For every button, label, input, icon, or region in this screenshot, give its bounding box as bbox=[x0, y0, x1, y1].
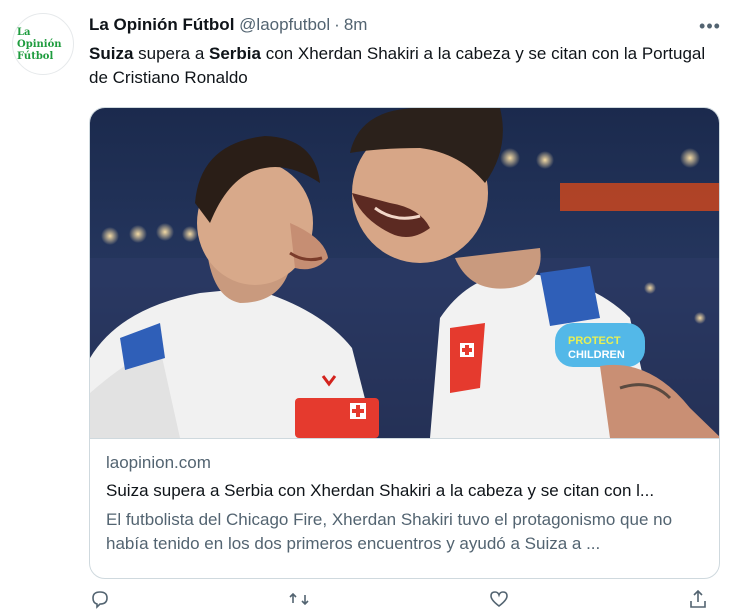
tweet-actions bbox=[89, 588, 709, 612]
svg-text:Opinión: Opinión bbox=[17, 39, 62, 50]
link-card[interactable]: PROTECT CHILDREN laopinion.com Suiza sup… bbox=[89, 107, 720, 579]
like-button[interactable] bbox=[488, 588, 510, 610]
reply-button[interactable] bbox=[89, 588, 111, 610]
like-icon bbox=[489, 591, 508, 608]
more-options-button[interactable]: ••• bbox=[698, 16, 722, 36]
svg-text:Fútbol: Fútbol bbox=[17, 51, 53, 62]
author-name[interactable]: La Opinión Fútbol bbox=[89, 15, 234, 34]
reply-icon bbox=[92, 591, 108, 609]
tweet-timestamp[interactable]: 8m bbox=[344, 15, 368, 34]
tweet[interactable]: La Opinión Fútbol La Opinión Fútbol @lao… bbox=[0, 0, 736, 609]
share-button[interactable] bbox=[687, 588, 709, 610]
card-image[interactable]: PROTECT CHILDREN bbox=[90, 108, 719, 438]
card-details[interactable]: laopinion.com Suiza supera a Serbia con … bbox=[90, 438, 719, 578]
share-icon bbox=[690, 589, 706, 608]
separator-dot: · bbox=[334, 15, 340, 34]
la-opinion-futbol-logo: La Opinión Fútbol bbox=[17, 27, 62, 62]
card-description: El futbolista del Chicago Fire, Xherdan … bbox=[106, 510, 673, 553]
retweet-icon bbox=[289, 592, 309, 606]
card-photo: PROTECT CHILDREN bbox=[90, 108, 719, 438]
author-handle[interactable]: @laopfutbol bbox=[239, 15, 330, 34]
tweet-text-part-2: supera a bbox=[133, 44, 210, 63]
svg-text:La: La bbox=[17, 27, 31, 38]
armband-text-1: PROTECT bbox=[568, 335, 621, 347]
more-icon: ••• bbox=[699, 15, 721, 36]
armband-text-2: CHILDREN bbox=[568, 349, 625, 361]
card-domain: laopinion.com bbox=[106, 453, 211, 472]
card-title: Suiza supera a Serbia con Xherdan Shakir… bbox=[106, 481, 655, 500]
avatar[interactable]: La Opinión Fútbol bbox=[12, 13, 74, 75]
tweet-header: La Opinión Fútbol @laopfutbol · 8m bbox=[89, 14, 696, 36]
tweet-text: Suiza supera a Serbia con Xherdan Shakir… bbox=[89, 42, 709, 90]
tweet-text-bold-2: Serbia bbox=[209, 44, 261, 63]
retweet-button[interactable] bbox=[288, 588, 310, 610]
tweet-text-bold-1: Suiza bbox=[89, 44, 134, 63]
